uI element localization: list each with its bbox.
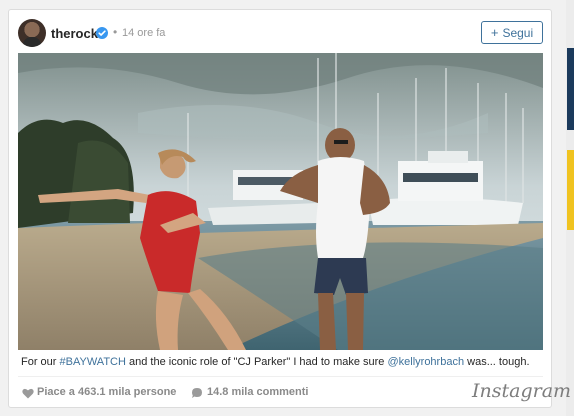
post-header: therock • 14 ore fa + Segui bbox=[9, 10, 551, 54]
footer-divider bbox=[18, 376, 543, 377]
hashtag-link[interactable]: #BAYWATCH bbox=[60, 356, 126, 368]
photo-scene bbox=[18, 53, 543, 350]
separator-dot: • bbox=[113, 25, 118, 39]
post-footer: Piace a 463.1 mila persone 14.8 mila com… bbox=[18, 380, 571, 406]
likes-count[interactable]: Piace a 463.1 mila persone bbox=[37, 386, 176, 398]
sidebar-thumbnail-1[interactable] bbox=[567, 48, 574, 130]
follow-label: Segui bbox=[502, 25, 534, 40]
caption-text-prefix: For our bbox=[21, 356, 60, 368]
post-timestamp[interactable]: 14 ore fa bbox=[122, 27, 165, 39]
comments-count[interactable]: 14.8 mila commenti bbox=[207, 386, 309, 398]
post-caption: For our #BAYWATCH and the iconic role of… bbox=[21, 356, 546, 368]
comment-bubble-icon[interactable] bbox=[191, 386, 203, 404]
verified-badge-icon bbox=[96, 27, 108, 39]
sidebar-thumbnail-2[interactable] bbox=[567, 150, 574, 230]
instagram-post-card: therock • 14 ore fa + Segui For our #BAY… bbox=[8, 9, 571, 408]
heart-icon[interactable] bbox=[22, 386, 34, 404]
follow-button[interactable]: + Segui bbox=[481, 21, 543, 44]
post-photo[interactable] bbox=[18, 53, 543, 350]
mention-link[interactable]: @kellyrohrbach bbox=[387, 356, 464, 368]
avatar[interactable] bbox=[18, 19, 46, 47]
caption-text-suffix: was... tough. bbox=[464, 356, 530, 368]
plus-icon: + bbox=[490, 25, 499, 40]
instagram-logo[interactable]: Instagram bbox=[472, 380, 571, 402]
username-link[interactable]: therock bbox=[51, 26, 98, 41]
caption-text-middle: and the iconic role of "CJ Parker" I had… bbox=[125, 356, 388, 368]
